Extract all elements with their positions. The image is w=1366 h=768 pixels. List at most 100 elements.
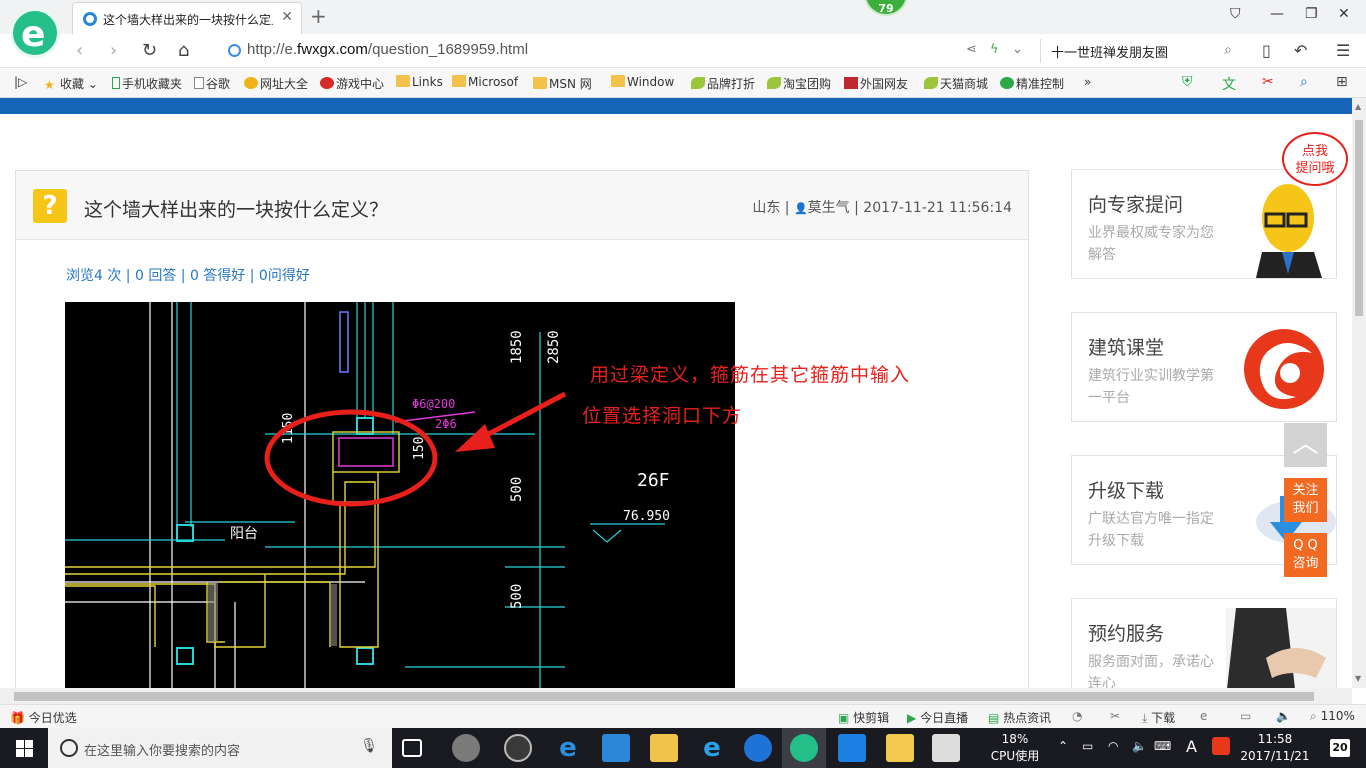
- ime-indicator[interactable]: A: [1186, 737, 1197, 756]
- bookmark-microsoft[interactable]: Microsof: [452, 75, 518, 89]
- sidebar-toggle-icon[interactable]: |▷: [14, 75, 27, 89]
- undo-icon[interactable]: ↶: [1294, 41, 1307, 60]
- question-region: 山东: [752, 200, 781, 216]
- microphone-icon[interactable]: 🎙: [360, 738, 378, 754]
- wifi-icon[interactable]: ◠: [1108, 739, 1118, 753]
- bookmark-sites[interactable]: 网址大全: [244, 75, 308, 92]
- bookmark-games[interactable]: 游戏中心: [320, 75, 384, 92]
- bookmark-tmall[interactable]: 天猫商城: [924, 75, 988, 92]
- close-icon[interactable]: ✕: [281, 9, 293, 25]
- bookmark-control[interactable]: 精准控制: [1000, 75, 1064, 92]
- phone-icon[interactable]: ▯: [1262, 41, 1271, 60]
- scroll-thumb[interactable]: [14, 692, 1314, 701]
- bookmark-google[interactable]: 谷歌: [194, 75, 230, 92]
- address-bar: ‹ › ↻ ⌂ http://e.fwxgx.com/question_1689…: [0, 34, 1366, 68]
- search-box: ⌕: [1040, 39, 1240, 63]
- scroll-thumb[interactable]: [1355, 120, 1363, 316]
- scissors-icon[interactable]: ✂: [1262, 74, 1274, 90]
- task-view-icon[interactable]: [402, 739, 422, 757]
- shield-icon[interactable]: ⛨: [1182, 74, 1193, 90]
- magnifier-icon[interactable]: ⌕: [1300, 74, 1308, 90]
- notification-center[interactable]: 20: [1330, 739, 1350, 757]
- ie-icon[interactable]: e: [1200, 709, 1207, 723]
- back-to-top-button[interactable]: ︿: [1284, 423, 1327, 467]
- bookmark-mobile[interactable]: 手机收藏夹: [112, 75, 182, 92]
- battery-icon[interactable]: ▭: [1082, 739, 1093, 753]
- start-button[interactable]: [0, 728, 48, 768]
- glodon-app-icon[interactable]: [744, 734, 772, 762]
- bookmark-brand-sale[interactable]: 品牌打折: [691, 75, 755, 92]
- volume-icon[interactable]: 🔈: [1276, 709, 1291, 723]
- building-class-card[interactable]: 建筑课堂 建筑行业实训教学第一平台: [1071, 312, 1337, 422]
- lightning-icon[interactable]: ϟ: [990, 42, 999, 57]
- store-icon[interactable]: [602, 734, 630, 762]
- bookmark-windows[interactable]: Window: [611, 75, 674, 89]
- card-title: 向专家提问: [1088, 194, 1184, 216]
- bookmark-links[interactable]: Links: [396, 75, 443, 89]
- follow-us-button[interactable]: 关注 我们: [1284, 478, 1327, 522]
- close-window-button[interactable]: ✕: [1338, 6, 1350, 22]
- bookmark-favorites[interactable]: ★ 收藏 ⌄: [44, 75, 98, 92]
- status-quick-clip[interactable]: ▣ 快剪辑: [838, 709, 889, 726]
- keyboard-icon[interactable]: ⌨: [1154, 739, 1171, 753]
- tab-title: 这个墙大样出来的一块按什么定义: [103, 13, 273, 27]
- cpu-usage[interactable]: 18% CPU使用: [990, 731, 1040, 765]
- status-live[interactable]: ▶ 今日直播: [907, 709, 968, 726]
- site-header-strip: [0, 98, 1352, 114]
- status-news[interactable]: ▤ 热点资讯: [988, 709, 1051, 726]
- daily-picks[interactable]: 🎁 今日优选: [10, 709, 77, 726]
- feiyu-app-icon[interactable]: [838, 734, 866, 762]
- back-arrow-icon[interactable]: ‹: [76, 40, 83, 61]
- home-icon[interactable]: ⌂: [178, 40, 189, 61]
- appointment-service-card[interactable]: 预约服务 服务面对面，承诺心连心: [1071, 598, 1337, 698]
- room-label: 阳台: [230, 526, 258, 542]
- edge-icon[interactable]: e: [554, 734, 582, 762]
- tab-active[interactable]: 这个墙大样出来的一块按什么定义 ✕: [72, 2, 302, 34]
- minimize-button[interactable]: —: [1270, 6, 1284, 22]
- bookmarks-more[interactable]: »: [1084, 75, 1091, 89]
- zoom-level[interactable]: ⌕ 110%: [1310, 709, 1355, 724]
- speed-icon[interactable]: ◔: [1072, 709, 1082, 723]
- file-explorer-icon[interactable]: [650, 734, 678, 762]
- notes-app-icon[interactable]: [886, 734, 914, 762]
- vertical-scrollbar[interactable]: ▲ ▼: [1352, 98, 1366, 688]
- pinwheel-app-icon[interactable]: [452, 734, 480, 762]
- menu-icon[interactable]: ☰: [1336, 41, 1350, 60]
- ask-me-bubble[interactable]: 点我 提问哦: [1282, 132, 1348, 186]
- window-icon[interactable]: ▭: [1240, 709, 1251, 723]
- search-input[interactable]: [1041, 39, 1206, 63]
- card-subtitle: 建筑行业实训教学第一平台: [1088, 368, 1214, 406]
- question-user[interactable]: 莫生气: [808, 200, 850, 216]
- bookmark-foreign[interactable]: 外国网友: [844, 75, 908, 92]
- expert-question-card[interactable]: 向专家提问 业界最权威专家为您解答: [1071, 169, 1337, 279]
- new-tab-button[interactable]: +: [310, 4, 327, 28]
- taskbar-search[interactable]: 在这里输入你要搜索的内容 🎙: [48, 728, 392, 768]
- clock[interactable]: 11:58 2017/11/21: [1240, 731, 1310, 765]
- ie-icon[interactable]: e: [698, 734, 726, 762]
- browser-app-icon[interactable]: [790, 734, 818, 762]
- notification-badge[interactable]: 79: [864, 0, 908, 16]
- sogou-icon[interactable]: [1212, 737, 1230, 755]
- search-icon[interactable]: ⌕: [1224, 42, 1232, 58]
- tool-icon[interactable]: ✂: [1110, 709, 1120, 723]
- help-app-icon[interactable]: [932, 734, 960, 762]
- chevron-down-icon[interactable]: ⌄: [1012, 42, 1023, 57]
- bookmark-msn[interactable]: MSN 网: [533, 75, 592, 92]
- refresh-icon[interactable]: ↻: [142, 40, 157, 61]
- skin-icon[interactable]: ⛉: [1230, 6, 1241, 22]
- grid-icon[interactable]: ⊞: [1336, 74, 1348, 90]
- url-input[interactable]: http://e.fwxgx.com/question_1689959.html: [247, 41, 528, 58]
- browser-logo[interactable]: e: [10, 8, 60, 58]
- share-icon[interactable]: ⋖: [966, 42, 977, 57]
- bookmark-taobao[interactable]: 淘宝团购: [767, 75, 831, 92]
- weather-app-icon[interactable]: [504, 734, 532, 762]
- forward-arrow-icon[interactable]: ›: [110, 40, 117, 61]
- translate-icon[interactable]: 文: [1222, 74, 1236, 94]
- question-stats: 浏览4 次 | 0 回答 | 0 答得好 | 0问得好: [66, 268, 310, 284]
- horizontal-scrollbar[interactable]: [0, 688, 1352, 704]
- chevron-up-icon[interactable]: ⌃: [1058, 739, 1068, 753]
- volume-icon[interactable]: 🔈: [1132, 739, 1147, 753]
- qq-consult-button[interactable]: Q Q 咨询: [1284, 533, 1327, 577]
- restore-button[interactable]: ❐: [1305, 6, 1318, 22]
- status-download[interactable]: ⤓ 下载: [1142, 709, 1175, 726]
